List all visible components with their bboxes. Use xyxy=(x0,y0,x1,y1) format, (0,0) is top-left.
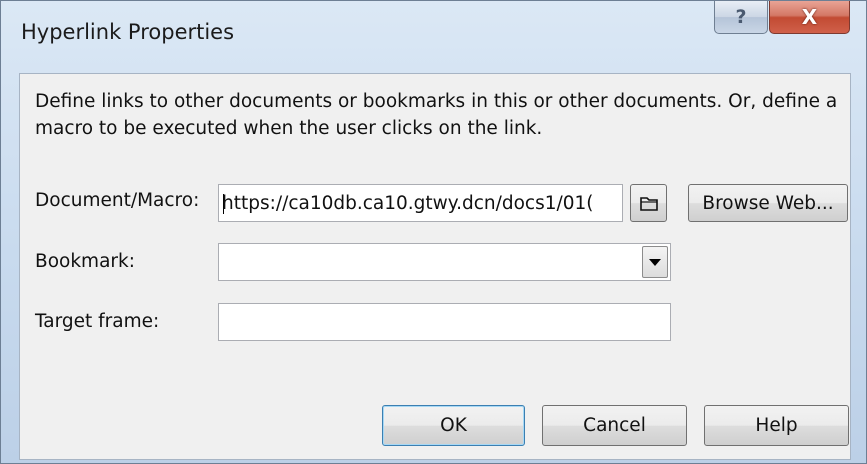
bookmark-dropdown-toggle[interactable] xyxy=(642,246,668,278)
bookmark-dropdown[interactable] xyxy=(218,243,671,281)
browse-file-button[interactable] xyxy=(630,184,667,222)
help-icon: ? xyxy=(735,6,747,28)
dialog-body: Define links to other documents or bookm… xyxy=(19,73,851,460)
dialog-description: Define links to other documents or bookm… xyxy=(35,91,838,139)
dialog-title: Hyperlink Properties xyxy=(21,20,235,44)
chevron-down-icon xyxy=(649,258,661,266)
bookmark-label: Bookmark: xyxy=(35,251,135,272)
folder-icon xyxy=(639,196,658,211)
ok-button[interactable]: OK xyxy=(382,405,525,446)
target-frame-label: Target frame: xyxy=(35,311,160,332)
close-icon: X xyxy=(801,5,818,29)
help-button[interactable]: Help xyxy=(704,405,849,446)
document-macro-label: Document/Macro: xyxy=(35,190,200,211)
titlebar-close-button[interactable]: X xyxy=(769,1,850,34)
hyperlink-properties-dialog: Hyperlink Properties ? X Define links to… xyxy=(0,0,867,464)
titlebar-help-button[interactable]: ? xyxy=(714,1,768,34)
cancel-button[interactable]: Cancel xyxy=(542,405,687,446)
browse-web-button[interactable]: Browse Web... xyxy=(688,184,848,222)
target-frame-input[interactable] xyxy=(218,303,671,341)
document-macro-input[interactable]: https://ca10db.ca10.gtwy.dcn/docs1/01( xyxy=(218,184,623,222)
document-macro-value: https://ca10db.ca10.gtwy.dcn/docs1/01( xyxy=(222,193,594,214)
